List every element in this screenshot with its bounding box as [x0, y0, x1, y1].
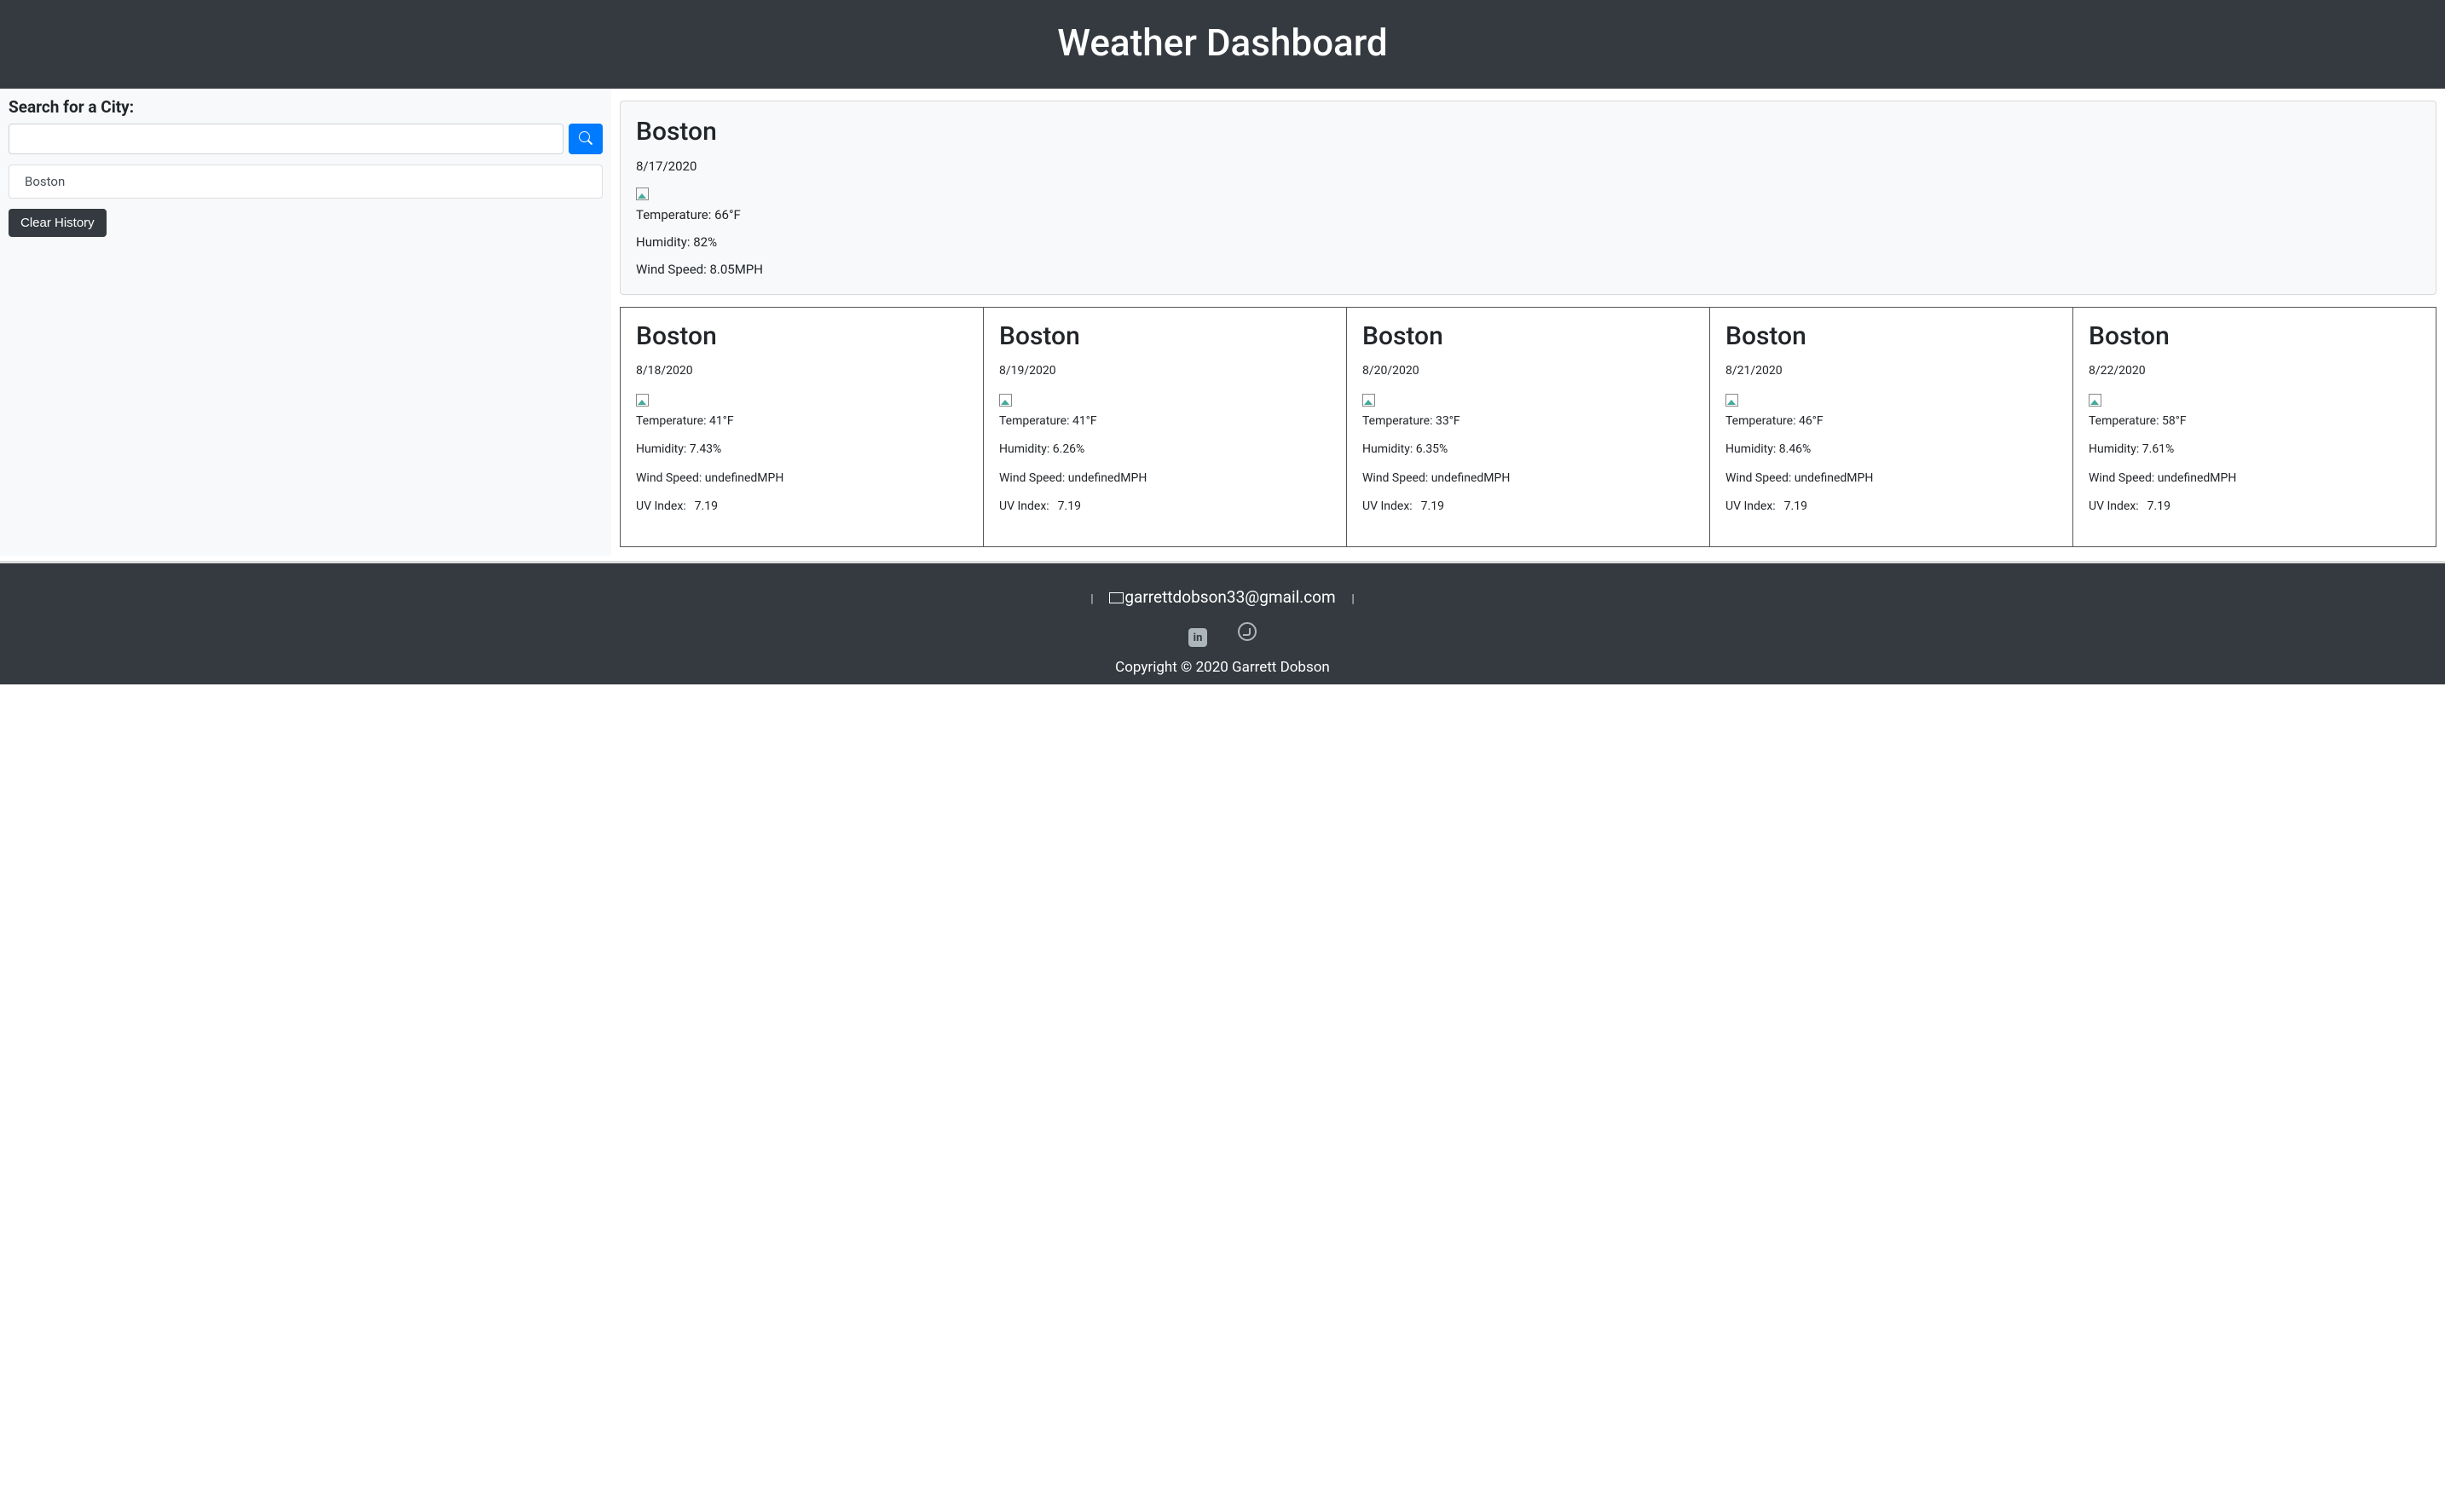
search-row — [9, 124, 603, 154]
search-button[interactable] — [569, 124, 603, 154]
footer-social-icons: in — [0, 622, 2445, 648]
forecast-uv-index: UV Index:7.19 — [999, 499, 1331, 516]
page-title: Weather Dashboard — [0, 20, 2445, 65]
mail-icon — [1109, 592, 1124, 603]
forecast-uv-index: UV Index:7.19 — [636, 499, 968, 516]
forecast-uv-index: UV Index:7.19 — [2089, 499, 2420, 516]
forecast-temperature: Temperature: 33°F — [1362, 413, 1694, 430]
forecast-humidity: Humidity: 8.46% — [1725, 441, 2057, 459]
forecast-date: 8/20/2020 — [1362, 363, 1694, 380]
app-footer: | garrettdobson33@gmail.com | in Copyrig… — [0, 563, 2445, 685]
separator: | — [1351, 592, 1354, 606]
forecast-uv-index: UV Index:7.19 — [1362, 499, 1694, 516]
search-icon — [579, 131, 592, 147]
city-search-input[interactable] — [9, 124, 564, 154]
copyright: Copyright © 2020 Garrett Dobson — [0, 659, 2445, 676]
weather-icon — [1725, 394, 1738, 407]
forecast-uv-index: UV Index:7.19 — [1725, 499, 2057, 516]
forecast-city: Boston — [636, 321, 968, 351]
forecast-date: 8/18/2020 — [636, 363, 968, 380]
forecast-humidity: Humidity: 7.61% — [2089, 441, 2420, 459]
forecast-city: Boston — [999, 321, 1331, 351]
linkedin-icon[interactable]: in — [1188, 628, 1207, 647]
content-area: Boston 8/17/2020 Temperature: 66°F Humid… — [611, 89, 2445, 556]
forecast-temperature: Temperature: 58°F — [2089, 413, 2420, 430]
main-container: Search for a City: Boston Clear History … — [0, 89, 2445, 556]
forecast-city: Boston — [1725, 321, 2057, 351]
forecast-humidity: Humidity: 6.26% — [999, 441, 1331, 459]
forecast-card: Boston 8/18/2020 Temperature: 41°F Humid… — [621, 308, 984, 546]
current-wind-speed: Wind Speed: 8.05MPH — [636, 262, 2420, 277]
forecast-humidity: Humidity: 7.43% — [636, 441, 968, 459]
weather-icon — [636, 188, 649, 200]
email-link[interactable]: garrettdobson33@gmail.com — [1109, 587, 1339, 607]
forecast-date: 8/22/2020 — [2089, 363, 2420, 380]
footer-contact: | garrettdobson33@gmail.com | — [0, 587, 2445, 607]
forecast-card: Boston 8/21/2020 Temperature: 46°F Humid… — [1710, 308, 2073, 546]
forecast-city: Boston — [1362, 321, 1694, 351]
separator: | — [1090, 592, 1093, 606]
forecast-wind-speed: Wind Speed: undefinedMPH — [1362, 470, 1694, 488]
forecast-row: Boston 8/18/2020 Temperature: 41°F Humid… — [620, 307, 2436, 547]
forecast-temperature: Temperature: 46°F — [1725, 413, 2057, 430]
current-temperature: Temperature: 66°F — [636, 207, 2420, 222]
forecast-humidity: Humidity: 6.35% — [1362, 441, 1694, 459]
forecast-temperature: Temperature: 41°F — [636, 413, 968, 430]
clear-history-button[interactable]: Clear History — [9, 209, 107, 237]
weather-icon — [636, 394, 649, 407]
forecast-wind-speed: Wind Speed: undefinedMPH — [636, 470, 968, 488]
sidebar: Search for a City: Boston Clear History — [0, 89, 611, 556]
current-humidity: Humidity: 82% — [636, 234, 2420, 250]
forecast-city: Boston — [2089, 321, 2420, 351]
forecast-card: Boston 8/20/2020 Temperature: 33°F Humid… — [1347, 308, 1710, 546]
weather-icon — [999, 394, 1012, 407]
current-city: Boston — [636, 117, 2420, 147]
search-history-list: Boston — [9, 164, 603, 199]
forecast-card: Boston 8/19/2020 Temperature: 41°F Humid… — [984, 308, 1347, 546]
forecast-wind-speed: Wind Speed: undefinedMPH — [999, 470, 1331, 488]
history-item[interactable]: Boston — [9, 165, 602, 198]
forecast-wind-speed: Wind Speed: undefinedMPH — [1725, 470, 2057, 488]
forecast-temperature: Temperature: 41°F — [999, 413, 1331, 430]
forecast-wind-speed: Wind Speed: undefinedMPH — [2089, 470, 2420, 488]
forecast-date: 8/21/2020 — [1725, 363, 2057, 380]
github-icon[interactable] — [1238, 622, 1257, 641]
search-label: Search for a City: — [9, 97, 603, 117]
app-header: Weather Dashboard — [0, 0, 2445, 89]
forecast-card: Boston 8/22/2020 Temperature: 58°F Humid… — [2073, 308, 2436, 546]
current-weather-card: Boston 8/17/2020 Temperature: 66°F Humid… — [620, 101, 2436, 295]
weather-icon — [1362, 394, 1375, 407]
forecast-date: 8/19/2020 — [999, 363, 1331, 380]
current-date: 8/17/2020 — [636, 159, 2420, 174]
weather-icon — [2089, 394, 2101, 407]
